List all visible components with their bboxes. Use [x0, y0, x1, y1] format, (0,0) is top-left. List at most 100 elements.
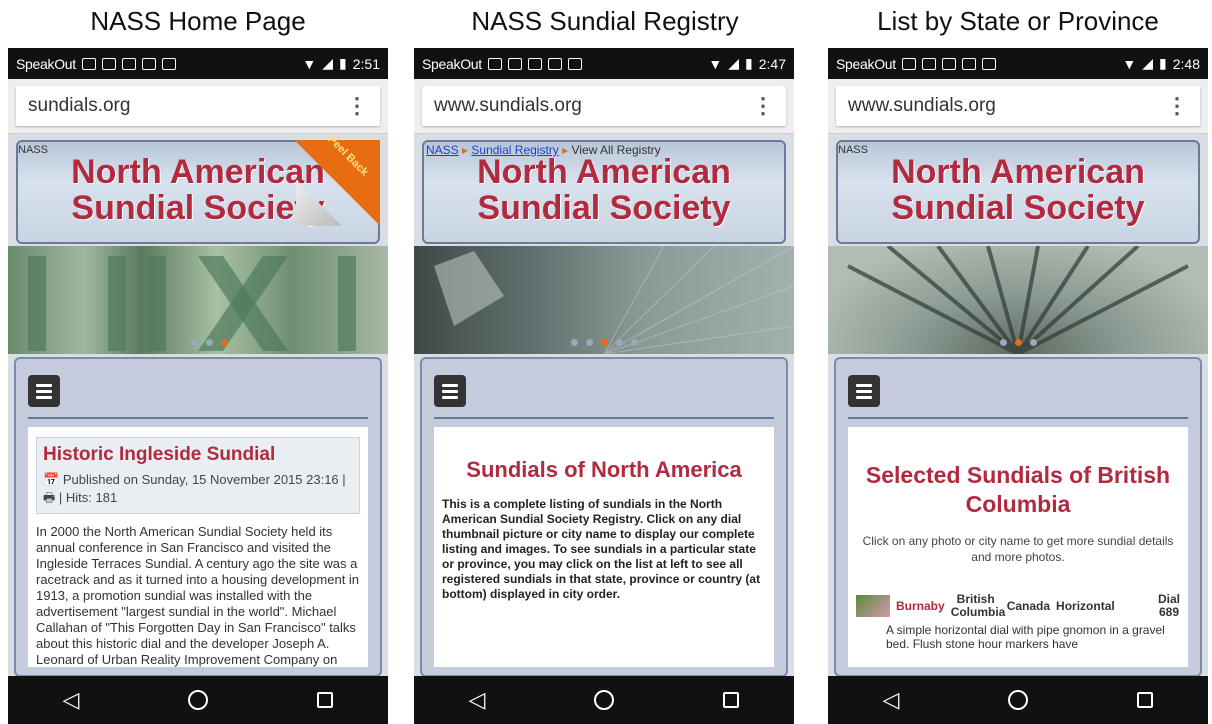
page-curl-icon: [296, 180, 342, 226]
breadcrumb-separator-icon: ▸: [562, 143, 569, 157]
recent-apps-icon[interactable]: [1137, 692, 1154, 708]
banner-image[interactable]: [8, 246, 388, 354]
article-title[interactable]: Historic Ingleside Sundial: [43, 444, 353, 466]
notification-icons: [487, 57, 582, 70]
registry-panel: Sundials of North America This is a comp…: [434, 427, 774, 667]
carousel-dot[interactable]: [206, 339, 213, 346]
battery-icon: ▮: [745, 55, 753, 71]
carousel-dot-active[interactable]: [1014, 339, 1022, 346]
back-icon[interactable]: ◁: [469, 687, 486, 713]
banner-image[interactable]: [828, 246, 1208, 354]
dial-cell: Dial 689: [1158, 593, 1180, 619]
overflow-menu-icon[interactable]: ⋮: [1166, 93, 1188, 119]
roman-numeral-image: [28, 256, 356, 351]
content-area: Historic Ingleside Sundial 📅 Published o…: [14, 357, 382, 677]
province-cell: British Columbia: [950, 592, 1006, 619]
mail-icon: [567, 57, 582, 70]
phone-home: SpeakOut ▼ ◢ ▮ 2:51 sundials.org ⋮ NASS …: [8, 48, 388, 724]
battery-icon: ▮: [339, 55, 347, 71]
city-link[interactable]: Burnaby: [896, 599, 945, 613]
chat-icon: [487, 57, 502, 70]
status-right: ▼ ◢ ▮ 2:47: [708, 55, 786, 72]
back-icon[interactable]: ◁: [883, 687, 900, 713]
battery-icon: ▮: [1159, 55, 1167, 71]
hamburger-menu-icon[interactable]: [848, 375, 880, 407]
status-time: 2:47: [758, 55, 786, 72]
carousel-dot[interactable]: [999, 339, 1007, 346]
image-icon: [101, 57, 116, 70]
carousel-dots: [414, 339, 794, 346]
carousel-dot[interactable]: [1029, 339, 1037, 346]
article-meta: 📅 Published on Sunday, 15 November 2015 …: [43, 471, 353, 507]
browser-toolbar: sundials.org ⋮: [8, 79, 388, 134]
carousel-dot[interactable]: [570, 339, 578, 346]
dial-label: Dial: [1157, 592, 1180, 606]
wifi-icon: ▼: [1122, 55, 1137, 72]
divider: [28, 417, 368, 419]
hamburger-menu-icon[interactable]: [434, 375, 466, 407]
hamburger-menu-icon[interactable]: [28, 375, 60, 407]
site-title: North American Sundial Society: [838, 142, 1198, 226]
phone-registry: SpeakOut ▼ ◢ ▮ 2:47 www.sundials.org ⋮ N…: [414, 48, 794, 724]
chat-icon: [81, 57, 96, 70]
status-bar: SpeakOut ▼ ◢ ▮ 2:51: [8, 48, 388, 79]
carousel-dot[interactable]: [191, 339, 198, 346]
wifi-icon: ▼: [302, 55, 317, 72]
carousel-dot-active[interactable]: [600, 339, 608, 346]
url-field[interactable]: www.sundials.org ⋮: [836, 86, 1200, 126]
gallery-icon: [527, 57, 542, 70]
breadcrumb-nass-link[interactable]: NASS: [426, 143, 459, 157]
site-title-line2: Sundial Society: [891, 189, 1145, 227]
home-icon[interactable]: [594, 690, 615, 710]
status-time: 2:51: [352, 55, 380, 72]
url-field[interactable]: sundials.org ⋮: [16, 86, 380, 126]
signal-icon: ◢: [322, 55, 334, 71]
site-title-line1: North American: [891, 153, 1145, 191]
article-panel: Historic Ingleside Sundial 📅 Published o…: [28, 427, 368, 667]
wifi-icon: ▼: [708, 55, 723, 72]
page-title: Selected Sundials of British Columbia: [865, 462, 1171, 517]
banner-image[interactable]: [414, 246, 794, 354]
print-icon[interactable]: 🖶: [43, 490, 55, 505]
recent-apps-icon[interactable]: [317, 692, 334, 708]
site-header: NASS North American Sundial Society Peel…: [16, 133, 380, 244]
sundial-thumbnail[interactable]: [856, 595, 890, 617]
carousel-dot[interactable]: [585, 339, 593, 346]
mail-icon: [161, 57, 176, 70]
breadcrumb-registry-link[interactable]: Sundial Registry: [471, 143, 558, 157]
chat-icon: [901, 57, 916, 70]
overflow-menu-icon[interactable]: ⋮: [752, 93, 774, 119]
carousel-dot[interactable]: [615, 339, 623, 346]
nass-label: NASS: [838, 144, 868, 156]
status-bar: SpeakOut ▼ ◢ ▮ 2:47: [414, 48, 794, 79]
browser-toolbar: www.sundials.org ⋮: [828, 79, 1208, 134]
site-title-line1: North American: [477, 153, 731, 191]
back-icon[interactable]: ◁: [63, 687, 80, 713]
android-nav-bar: ◁: [8, 676, 388, 724]
peel-back-text: Peel Back: [325, 133, 371, 179]
list-panel: Selected Sundials of British Columbia Cl…: [848, 427, 1188, 667]
browser-toolbar: www.sundials.org ⋮: [414, 79, 794, 134]
carousel-dot-active[interactable]: [221, 339, 228, 346]
home-icon[interactable]: [188, 690, 209, 710]
url-text: sundials.org: [28, 95, 131, 116]
country-cell: Canada: [1006, 598, 1051, 613]
peel-back-corner[interactable]: Peel Back: [294, 133, 380, 226]
overflow-menu-icon[interactable]: ⋮: [346, 93, 368, 119]
home-icon[interactable]: [1008, 690, 1029, 710]
calendar-icon: 📅: [43, 472, 60, 487]
url-field[interactable]: www.sundials.org ⋮: [422, 86, 786, 126]
status-bar: SpeakOut ▼ ◢ ▮ 2:48: [828, 48, 1208, 79]
nass-label: NASS: [18, 144, 48, 156]
carousel-dots: [828, 339, 1208, 346]
breadcrumb-current: View All Registry: [571, 143, 661, 157]
sundial-rays-image: [847, 246, 1189, 354]
table-row: Burnaby British Columbia Canada Horizont…: [856, 593, 1180, 619]
carousel-dot[interactable]: [630, 339, 638, 346]
hits-count: | Hits: 181: [58, 490, 118, 505]
recent-apps-icon[interactable]: [723, 692, 740, 708]
sundial-face-image: [434, 246, 794, 354]
image-icon: [507, 57, 522, 70]
page-subtitle: Click on any photo or city name to get m…: [862, 534, 1174, 564]
status-app-name: SpeakOut: [836, 55, 896, 72]
